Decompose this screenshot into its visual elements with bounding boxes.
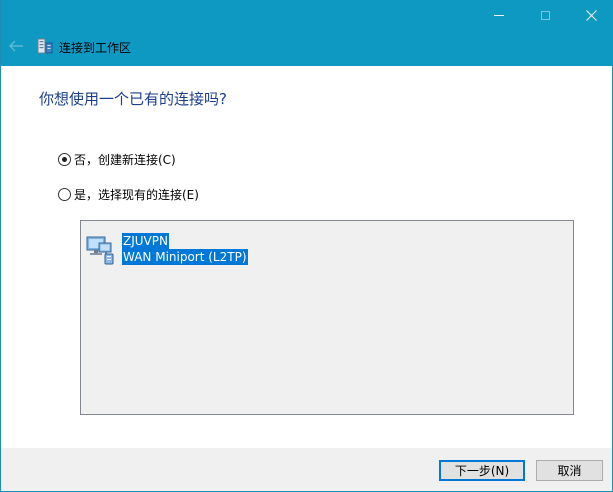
connection-device: WAN Miniport (L2TP): [122, 249, 248, 265]
option-create-new[interactable]: 否，创建新连接(C): [58, 151, 176, 168]
connection-list[interactable]: ZJUVPN WAN Miniport (L2TP): [80, 220, 574, 415]
next-button[interactable]: 下一步(N): [439, 460, 525, 481]
radio-selected-dot: [62, 157, 67, 162]
close-icon: [585, 9, 597, 21]
back-arrow-icon: [9, 40, 23, 52]
maximize-icon: [540, 10, 550, 20]
wizard-window: 连接到工作区 你想使用一个已有的连接吗? 否，创建新连接(C) 是，选择现有的连…: [0, 0, 613, 492]
radio-button[interactable]: [58, 188, 71, 201]
footer-bar: 下一步(N) 取消: [1, 448, 612, 491]
wizard-title: 连接到工作区: [59, 41, 132, 55]
option-label: 否，创建新连接(C): [74, 153, 176, 167]
title-bar: 连接到工作区: [1, 0, 613, 66]
maximize-button[interactable]: [522, 0, 568, 30]
network-connection-icon: [86, 233, 118, 265]
option-label: 是，选择现有的连接(E): [74, 188, 199, 202]
option-use-existing[interactable]: 是，选择现有的连接(E): [58, 186, 199, 203]
minimize-icon: [494, 14, 504, 16]
minimize-button[interactable]: [476, 0, 522, 30]
list-item[interactable]: ZJUVPN WAN Miniport (L2TP): [86, 233, 248, 265]
radio-button[interactable]: [58, 153, 71, 166]
back-button[interactable]: [7, 38, 25, 54]
cancel-button[interactable]: 取消: [536, 460, 603, 481]
page-heading: 你想使用一个已有的连接吗?: [39, 90, 227, 108]
close-button[interactable]: [568, 0, 613, 30]
connection-name: ZJUVPN: [122, 233, 169, 249]
workplace-connection-icon: [37, 37, 53, 55]
